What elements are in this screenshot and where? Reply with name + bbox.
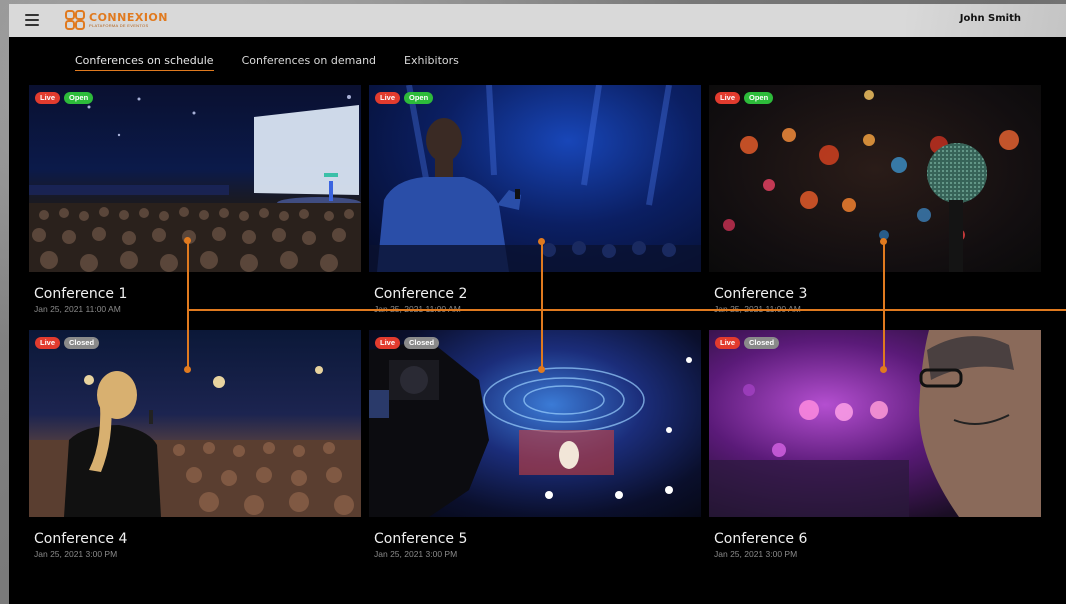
microphone-photo: [709, 85, 1041, 272]
conference-thumbnail: Live Closed: [29, 330, 361, 517]
tab-conferences-on-schedule[interactable]: Conferences on schedule: [75, 54, 214, 71]
app-screen: CONNEXION PLATAFORMA DE EVENTOS John Smi…: [9, 4, 1066, 604]
status-badges: Live Closed: [35, 337, 100, 349]
conference-date: Jan 25, 2021 3:00 PM: [34, 549, 118, 559]
logo-tagline: PLATAFORMA DE EVENTOS: [89, 23, 149, 28]
conference-card-6[interactable]: Live Closed Conference 6 Jan 25, 2021 3:…: [709, 330, 1041, 559]
live-badge: Live: [375, 92, 401, 104]
conference-thumbnail: Live Closed: [709, 330, 1041, 517]
annotation-line-3: [883, 241, 885, 370]
open-badge: Open: [744, 92, 774, 104]
conference-thumbnail: Live Closed: [369, 330, 701, 517]
conference-date: Jan 25, 2021 3:00 PM: [374, 549, 458, 559]
stage-camera-photo: [369, 330, 701, 517]
conference-card-5[interactable]: Live Closed Conference 5 Jan 25, 2021 3:…: [369, 330, 701, 559]
conference-title: Conference 1: [34, 286, 128, 302]
live-badge: Live: [35, 337, 61, 349]
status-badges: Live Open: [375, 92, 434, 104]
speaker-photo: [369, 85, 701, 272]
conference-title: Conference 4: [34, 531, 128, 547]
closed-badge: Closed: [404, 337, 440, 349]
conference-title: Conference 6: [714, 531, 808, 547]
conference-title: Conference 2: [374, 286, 468, 302]
conference-thumbnail: Live Open: [29, 85, 361, 272]
conference-tabs: Conferences on schedule Conferences on d…: [75, 54, 459, 71]
closed-badge: Closed: [744, 337, 780, 349]
annotation-dot: [184, 366, 191, 373]
connexion-logo-icon: [65, 10, 85, 30]
status-badges: Live Closed: [375, 337, 440, 349]
conference-thumbnail: Live Open: [369, 85, 701, 272]
annotation-dot: [184, 237, 191, 244]
closed-badge: Closed: [64, 337, 100, 349]
headset-speaker-photo: [709, 330, 1041, 517]
conference-title: Conference 5: [374, 531, 468, 547]
live-badge: Live: [715, 92, 741, 104]
conference-card-3[interactable]: Live Open Conference 3 Jan 25, 2021 11:0…: [709, 85, 1041, 314]
conference-card-1[interactable]: Live Open Conference 1 Jan 25, 2021 11:0…: [29, 85, 361, 314]
user-name[interactable]: John Smith: [960, 13, 1021, 24]
conference-date: Jan 25, 2021 3:00 PM: [714, 549, 798, 559]
hamburger-icon[interactable]: [25, 14, 39, 26]
annotation-dot: [880, 238, 887, 245]
auditorium-photo: [29, 85, 361, 272]
open-badge: Open: [64, 92, 94, 104]
annotation-dot: [538, 238, 545, 245]
conference-card-4[interactable]: Live Closed Conference 4 Jan 25, 2021 3:…: [29, 330, 361, 559]
top-bar: CONNEXION PLATAFORMA DE EVENTOS John Smi…: [9, 4, 1066, 37]
live-badge: Live: [35, 92, 61, 104]
annotation-dot: [880, 366, 887, 373]
annotation-line-horizontal: [187, 309, 1066, 311]
live-badge: Live: [375, 337, 401, 349]
presenter-photo: [29, 330, 361, 517]
tab-conferences-on-demand[interactable]: Conferences on demand: [242, 54, 376, 71]
status-badges: Live Open: [715, 92, 774, 104]
annotation-line-1: [187, 240, 189, 370]
annotation-line-2: [541, 241, 543, 370]
live-badge: Live: [715, 337, 741, 349]
conference-thumbnail: Live Open: [709, 85, 1041, 272]
status-badges: Live Open: [35, 92, 94, 104]
conference-title: Conference 3: [714, 286, 808, 302]
annotation-dot: [538, 366, 545, 373]
logo[interactable]: CONNEXION PLATAFORMA DE EVENTOS: [65, 9, 168, 31]
conference-card-2[interactable]: Live Open Conference 2 Jan 25, 2021 11:0…: [369, 85, 701, 314]
tab-exhibitors[interactable]: Exhibitors: [404, 54, 459, 71]
logo-name: CONNEXION: [89, 11, 168, 24]
status-badges: Live Closed: [715, 337, 780, 349]
open-badge: Open: [404, 92, 434, 104]
